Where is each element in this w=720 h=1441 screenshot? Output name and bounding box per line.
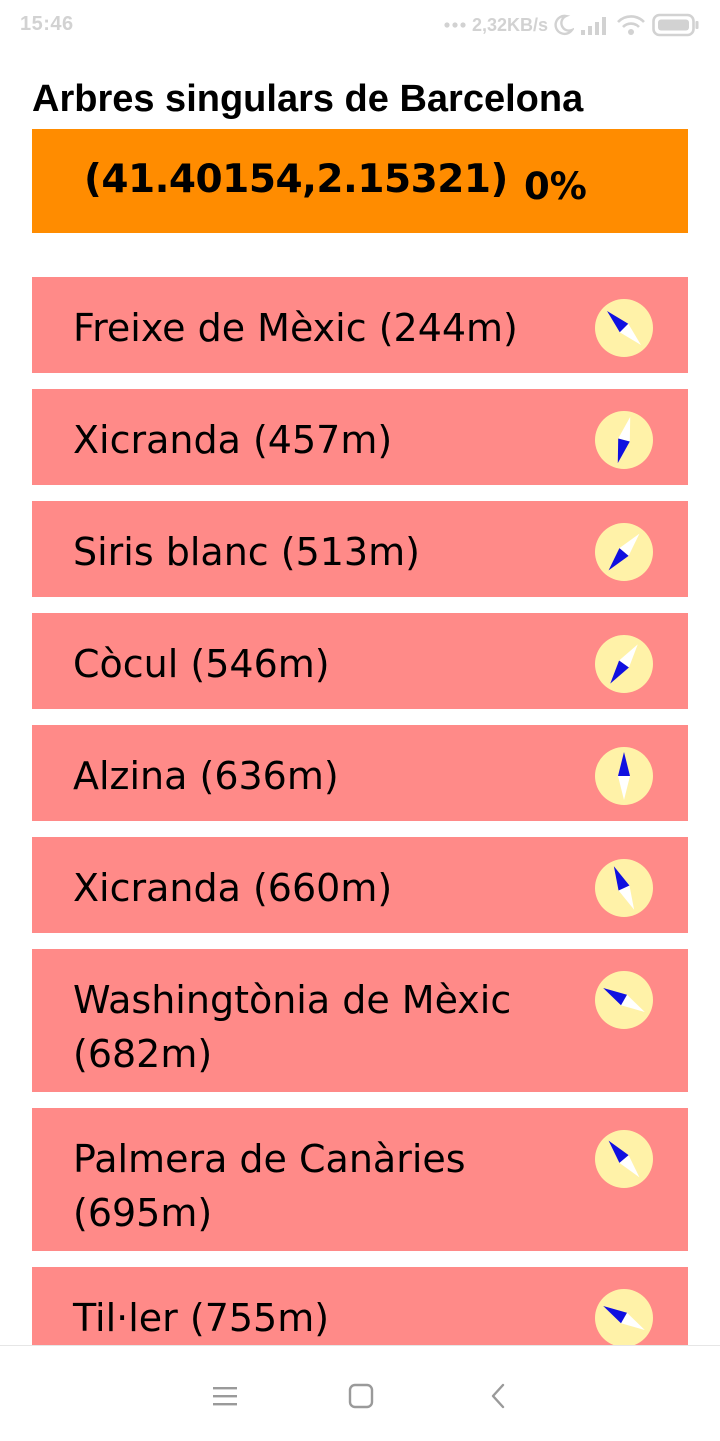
tree-list-item[interactable]: Còcul (546m) xyxy=(32,613,688,709)
tree-list-item[interactable]: Palmera de Canàries (695m) xyxy=(32,1108,688,1251)
compass-icon xyxy=(595,1130,653,1188)
navigation-bar xyxy=(0,1345,720,1441)
tree-list-item[interactable]: Siris blanc (513m) xyxy=(32,501,688,597)
tree-list-item[interactable]: Freixe de Mèxic (244m) xyxy=(32,277,688,373)
location-bar: (41.40154,2.15321) 0% xyxy=(32,129,688,233)
tree-name: Xicranda (457m) xyxy=(73,418,393,462)
tree-list-item[interactable]: Alzina (636m) xyxy=(32,725,688,821)
tree-name: Còcul (546m) xyxy=(73,642,330,686)
tree-name: Xicranda (660m) xyxy=(73,866,393,910)
menu-icon[interactable] xyxy=(207,1378,243,1414)
wifi-icon xyxy=(616,14,646,36)
compass-icon xyxy=(595,1289,653,1345)
status-icons: 2,32KB/s xyxy=(444,12,700,38)
tree-name: Freixe de Mèxic (244m) xyxy=(73,306,518,350)
tree-name: Siris blanc (513m) xyxy=(73,530,420,574)
compass-icon xyxy=(595,411,653,469)
battery-icon xyxy=(652,13,700,37)
app-title: Arbres singulars de Barcelona xyxy=(32,78,584,120)
network-speed: 2,32KB/s xyxy=(471,14,548,35)
back-icon[interactable] xyxy=(481,1378,517,1414)
tree-list[interactable]: Freixe de Mèxic (244m) Xicranda (457m) Sir… xyxy=(32,277,688,1345)
progress-percentage: 0% xyxy=(524,165,587,208)
compass-icon xyxy=(595,859,653,917)
status-time: 15:46 xyxy=(20,13,74,35)
moon-icon xyxy=(554,14,574,36)
tree-list-item[interactable]: Til·ler (755m) xyxy=(32,1267,688,1345)
compass-icon xyxy=(595,971,653,1029)
dots-icon xyxy=(444,21,466,29)
current-coordinates: (41.40154,2.15321) xyxy=(84,157,508,202)
tree-list-item[interactable]: Xicranda (457m) xyxy=(32,389,688,485)
tree-name: Washingtònia de Mèxic (682m) xyxy=(73,978,512,1076)
tree-name: Alzina (636m) xyxy=(73,754,339,798)
tree-name: Palmera de Canàries (695m) xyxy=(73,1137,466,1235)
compass-icon xyxy=(595,299,653,357)
compass-icon xyxy=(595,635,653,693)
tree-name: Til·ler (755m) xyxy=(73,1296,330,1340)
tree-list-item[interactable]: Washingtònia de Mèxic (682m) xyxy=(32,949,688,1092)
home-icon[interactable] xyxy=(343,1378,379,1414)
compass-icon xyxy=(595,523,653,581)
compass-icon xyxy=(595,747,653,805)
tree-list-item[interactable]: Xicranda (660m) xyxy=(32,837,688,933)
status-bar: 15:46 2,32KB/s xyxy=(0,0,720,52)
signal-icon xyxy=(580,14,610,36)
